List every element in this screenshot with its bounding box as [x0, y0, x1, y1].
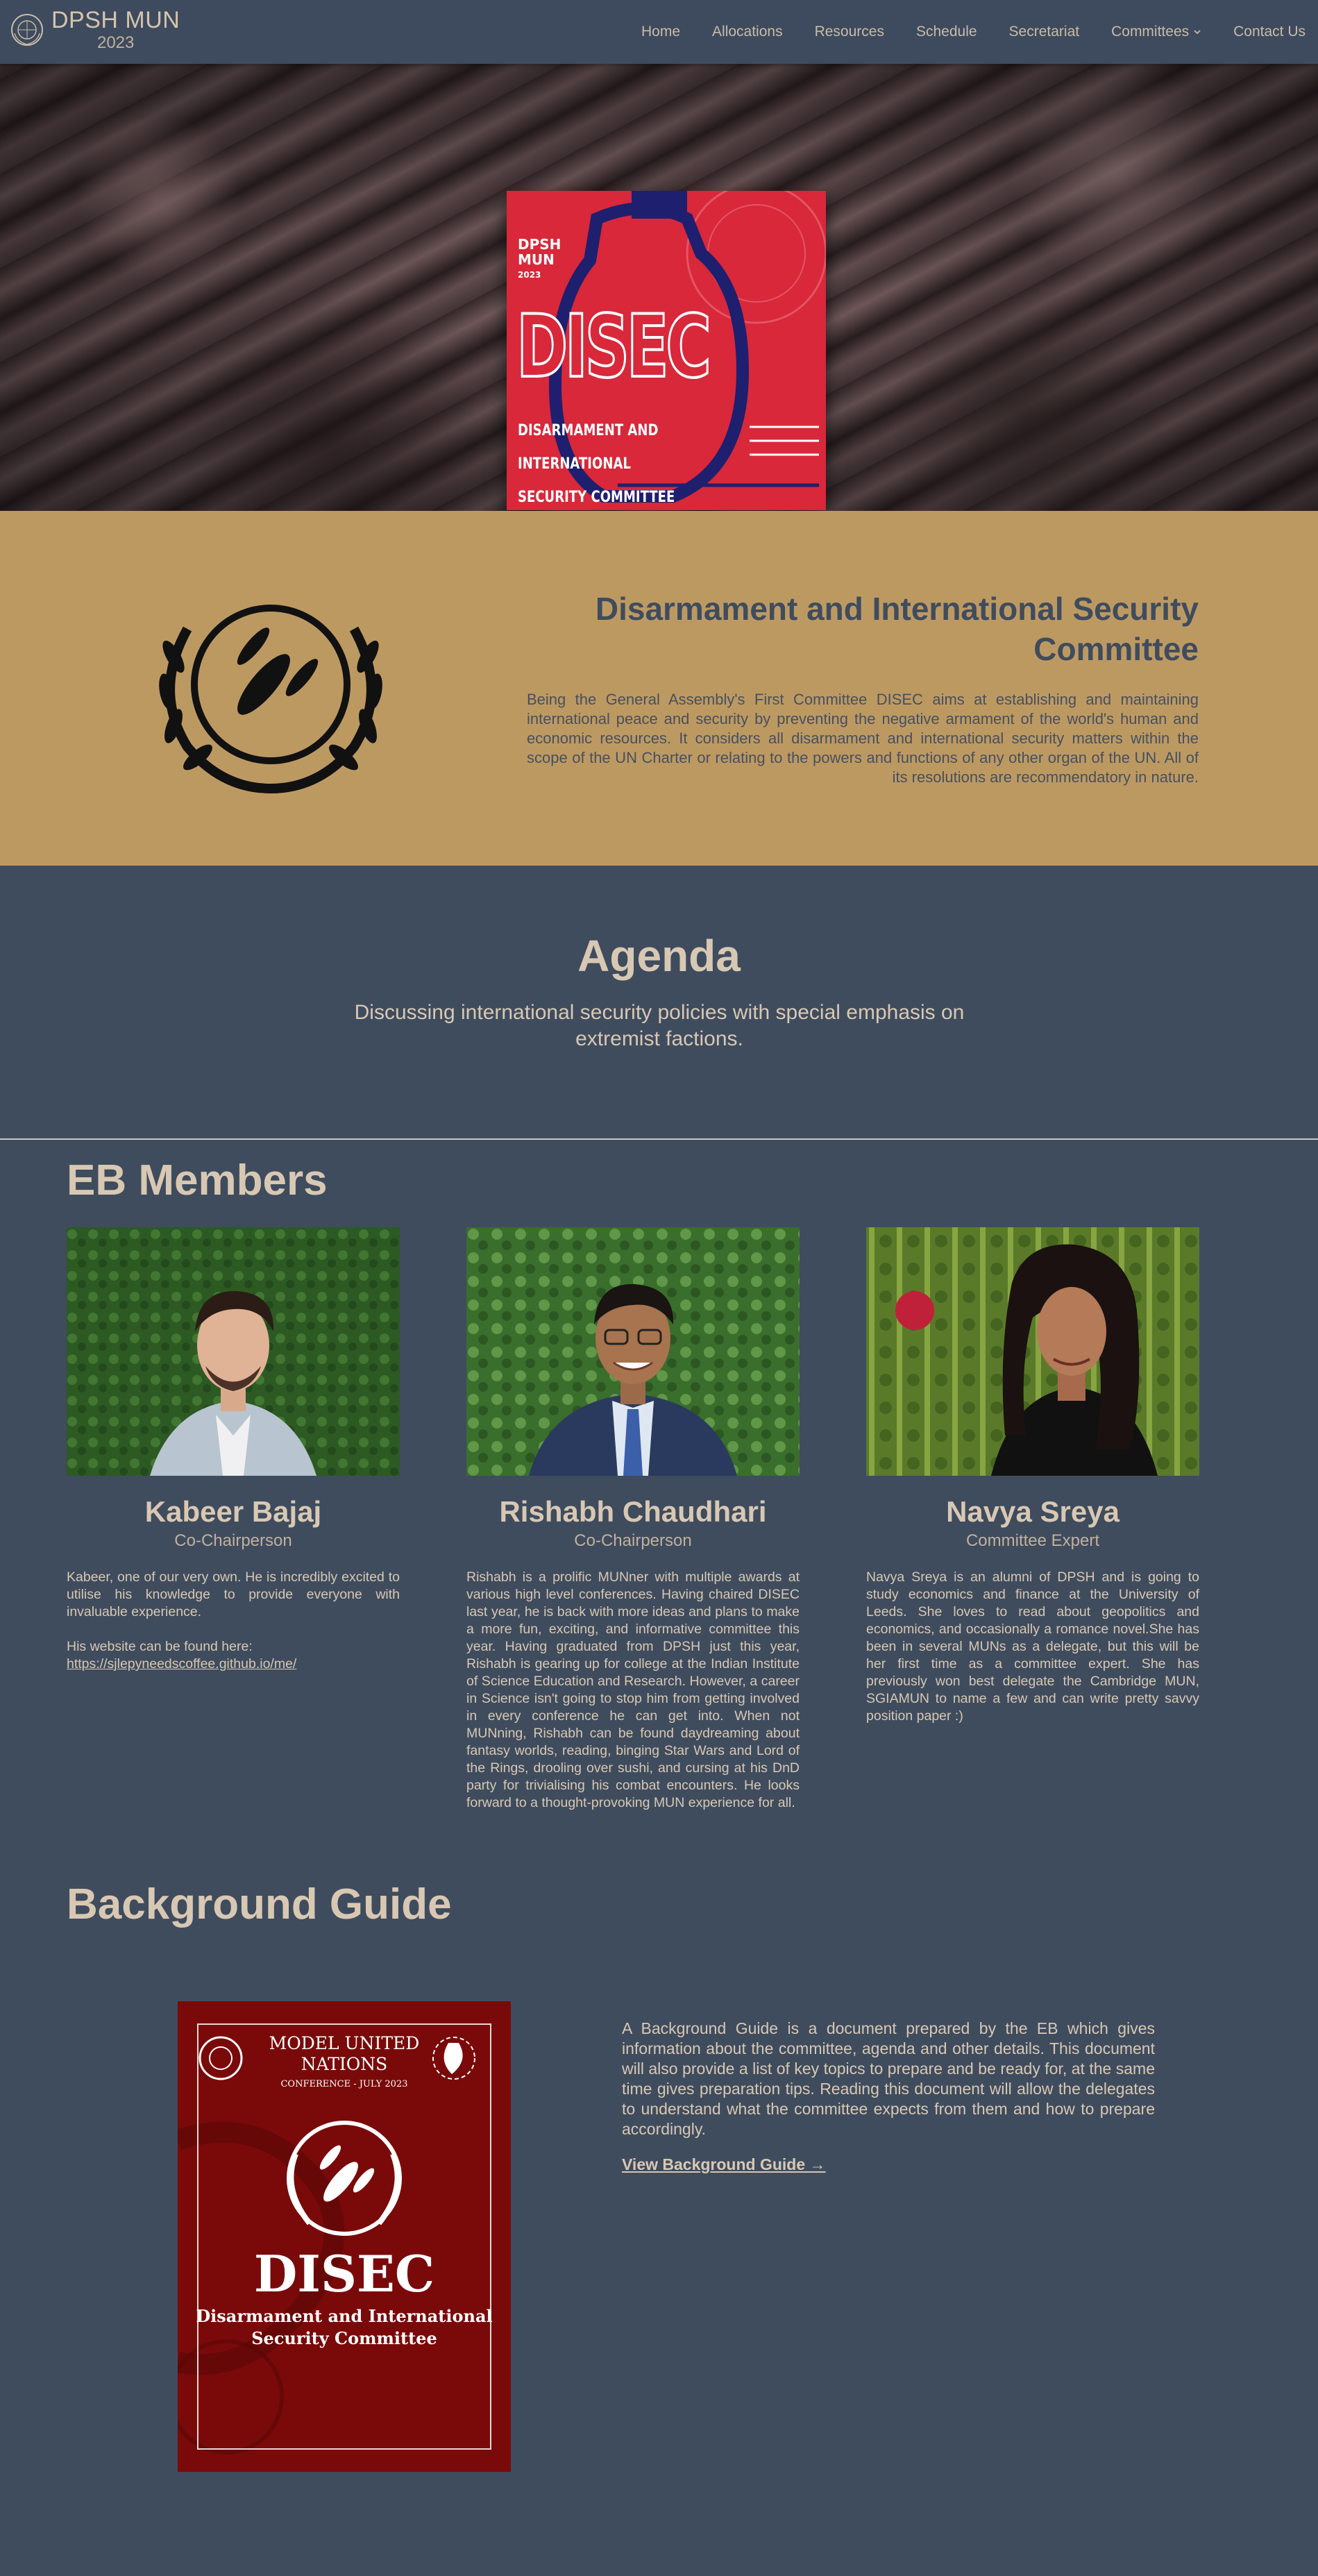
- member-photo: [466, 1227, 800, 1476]
- member-role: Co-Chairperson: [174, 1531, 292, 1550]
- member-role: Co-Chairperson: [574, 1531, 692, 1550]
- brand-name: DPSH MUN: [51, 7, 180, 33]
- cover-title: DISEC: [253, 2244, 435, 2303]
- member-photo: [866, 1227, 1199, 1476]
- hero-banner: DPSH MUN 2023 DISEC DISARMAMENT AND INTE…: [0, 64, 1318, 511]
- nav-home[interactable]: Home: [641, 24, 680, 40]
- nav-contact[interactable]: Contact Us: [1233, 24, 1306, 40]
- committee-description: Being the General Assembly's First Commi…: [527, 691, 1199, 786]
- agenda-title: Agenda: [577, 931, 741, 981]
- nav-schedule[interactable]: Schedule: [916, 24, 977, 40]
- poster-org: DPSH MUN 2023: [518, 236, 561, 280]
- member-bio: Kabeer, one of our very own. He is incre…: [67, 1569, 400, 1672]
- un-emblem-icon: [11, 14, 43, 46]
- section-divider: [0, 1138, 1318, 1140]
- eb-members-title: EB Members: [67, 1156, 328, 1204]
- member-bio: Navya Sreya is an alumni of DPSH and is …: [866, 1569, 1199, 1724]
- eb-member-card: Kabeer Bajaj Co-Chairperson Kabeer, one …: [67, 1227, 400, 1673]
- member-name: Navya Sreya: [946, 1495, 1120, 1528]
- cover-heading: MODEL UNITED NATIONS: [269, 2033, 420, 2074]
- member-role: Committee Expert: [965, 1531, 1100, 1550]
- brand[interactable]: DPSH MUN 2023: [10, 7, 180, 53]
- poster-subtitle: DISARMAMENT AND INTERNATIONAL SECURITY C…: [518, 422, 675, 506]
- member-bio: Rishabh is a prolific MUNner with multip…: [466, 1569, 800, 1810]
- poster-title: DISEC: [516, 297, 713, 397]
- nav-secretariat[interactable]: Secretariat: [1009, 24, 1080, 40]
- chevron-down-icon: [1194, 30, 1201, 35]
- background-guide-description: A Background Guide is a document prepare…: [622, 2019, 1155, 2138]
- eb-member-card: Navya Sreya Committee Expert Navya Sreya…: [866, 1227, 1199, 1725]
- nav-committees-label: Committees: [1111, 24, 1190, 40]
- brand-year: 2023: [96, 33, 135, 52]
- committee-title: Disarmament and International Security C…: [595, 591, 1199, 667]
- committee-about-section: Disarmament and International Security C…: [0, 511, 1318, 866]
- nav-links: Home Allocations Resources Schedule Secr…: [609, 0, 1306, 64]
- member-website-link[interactable]: https://sjlepyneedscoffee.github.io/me/: [67, 1656, 296, 1672]
- agenda-text: Discussing international security polici…: [354, 1001, 965, 1050]
- nav-resources[interactable]: Resources: [815, 24, 884, 40]
- background-guide-title: Background Guide: [67, 1880, 452, 1928]
- member-photo: [67, 1227, 400, 1476]
- nav-committees-dropdown[interactable]: Committees: [1111, 24, 1201, 40]
- background-guide-cover[interactable]: MODEL UNITED NATIONS CONFERENCE - JULY 2…: [178, 2001, 511, 2472]
- view-background-guide-link[interactable]: View Background Guide →: [622, 2155, 826, 2174]
- cover-subtitle: Disarmament and International Security C…: [196, 2306, 493, 2348]
- top-navbar: DPSH MUN 2023 Home Allocations Resources…: [0, 0, 1318, 64]
- member-name: Rishabh Chaudhari: [499, 1495, 767, 1528]
- disec-laurel-emblem-icon: [159, 605, 382, 793]
- member-name: Kabeer Bajaj: [144, 1495, 322, 1528]
- disec-poster: DPSH MUN 2023 DISEC DISARMAMENT AND INTE…: [507, 191, 826, 510]
- eb-member-card: Rishabh Chaudhari Co-Chairperson Rishabh…: [466, 1227, 800, 1812]
- cover-conference-date: CONFERENCE - JULY 2023: [280, 2079, 408, 2089]
- nav-allocations[interactable]: Allocations: [712, 24, 783, 40]
